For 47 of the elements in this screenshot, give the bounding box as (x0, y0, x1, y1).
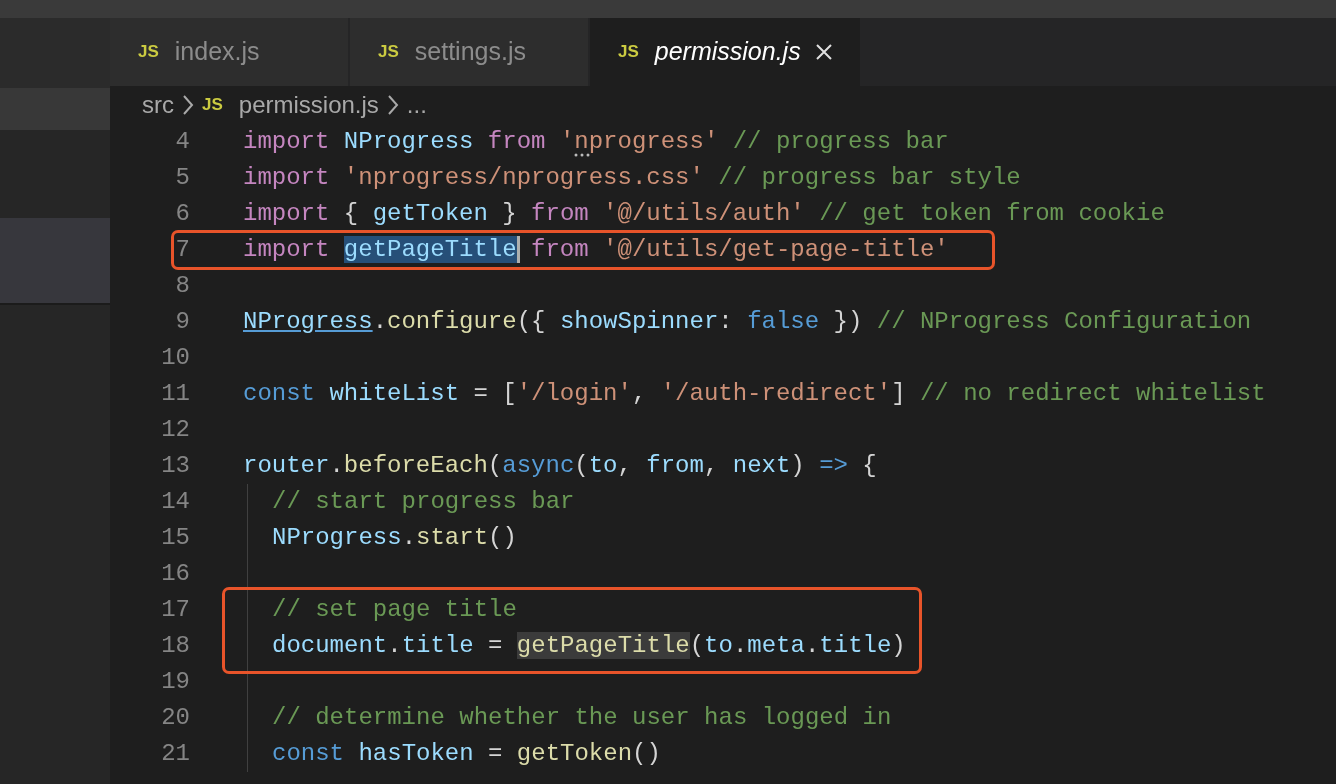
code-line: import 'nprogress/nprogress.css' // progress bar style (243, 163, 1021, 193)
line-number: 20 (161, 704, 190, 731)
line-number: 11 (161, 380, 190, 407)
code-line: // determine whether the user has logged in (271, 703, 892, 733)
line-number: 18 (161, 632, 190, 659)
code-line: const hasToken = getToken() (271, 739, 661, 769)
code-line: NProgress.configure({ showSpinner: false }) // NProgress Configuration (243, 307, 1252, 337)
line-number: 14 (161, 488, 190, 515)
line-number: 5 (175, 164, 190, 191)
editor-tab[interactable]: JS index.js (110, 18, 348, 86)
line-number: 6 (175, 200, 190, 227)
line-number: 7 (175, 236, 190, 263)
chevron-right-icon (182, 94, 194, 116)
code-line: router.beforeEach(async(to, from, next) => { (243, 451, 877, 481)
code-line: document.title = getPageTitle(to.meta.title) (271, 631, 906, 661)
code-line: // start progress bar (271, 487, 575, 517)
line-number: 21 (161, 740, 190, 767)
line-number: 8 (175, 272, 190, 299)
js-file-icon: JS (618, 39, 639, 65)
line-number: 19 (161, 668, 190, 695)
code-line: import NProgress from 'nprogress' // progress bar (243, 127, 949, 159)
editor-tab[interactable]: JS permission.js (590, 18, 860, 86)
line-number: 4 (175, 128, 190, 155)
line-number: 12 (161, 416, 190, 443)
chevron-right-icon (386, 94, 399, 116)
highlighted-text: getPageTitle (516, 632, 690, 659)
line-number: 9 (175, 308, 190, 335)
line-number: 10 (161, 344, 190, 371)
breadcrumb-folder[interactable]: src (142, 87, 174, 123)
breadcrumb-more[interactable]: ... (406, 87, 427, 123)
line-number: 15 (161, 524, 190, 551)
code-line: const whiteList = ['/login', '/auth-redirect'] // no redirect whitelist (243, 379, 1266, 409)
js-file-icon: JS (202, 92, 223, 118)
breadcrumb-file[interactable]: permission.js (238, 87, 379, 123)
code-line: // set page title (271, 595, 517, 625)
sidebar-row-highlight[interactable] (0, 218, 110, 305)
line-number: 13 (161, 452, 190, 479)
close-icon[interactable] (814, 43, 833, 61)
sidebar-row-highlight[interactable] (0, 88, 110, 130)
js-file-icon: JS (378, 39, 399, 65)
editor-tab[interactable]: JS settings.js (350, 18, 588, 86)
code-line: import { getToken } from '@/utils/auth' // get token from cookie (243, 199, 1165, 229)
line-number: 16 (161, 560, 190, 587)
selected-text: getPageTitle (343, 236, 517, 263)
js-file-icon: JS (138, 39, 159, 65)
line-number: 17 (161, 596, 190, 623)
code-line: NProgress.start() (271, 523, 517, 553)
